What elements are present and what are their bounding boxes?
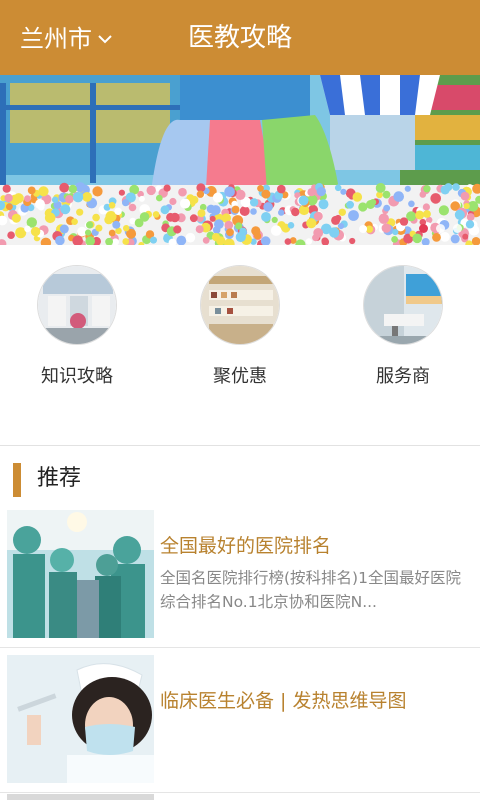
chevron-down-icon — [98, 35, 112, 44]
category-label: 知识攻略 — [41, 366, 113, 387]
carousel-dot[interactable] — [436, 224, 445, 233]
provider-photo-icon — [363, 265, 443, 345]
article-description: 全国名医院排行榜(按科排名)1全国最好医院综合排名No.1北京协和医院N... — [160, 569, 461, 611]
banner-image — [0, 75, 480, 245]
carousel-dot[interactable] — [453, 224, 462, 233]
carousel-dots[interactable] — [419, 224, 462, 233]
section-title: 推荐 — [37, 466, 82, 491]
category-discount[interactable]: 聚优惠 — [175, 265, 305, 389]
article-title: 临床医生必备 | 发热思维导图 — [160, 690, 407, 712]
recommend-header: 推荐 — [0, 446, 480, 504]
article-thumbnail — [7, 510, 154, 638]
knowledge-photo-icon — [37, 265, 117, 345]
article-title: 全国最好的医院排名 — [160, 535, 332, 557]
article-item[interactable]: 全国最好的医院排名 全国名医院排行榜(按科排名)1全国最好医院综合排名No.1北… — [0, 504, 480, 648]
banner-carousel[interactable] — [0, 75, 480, 245]
category-grid: 知识攻略 聚优惠 服务商 — [0, 245, 480, 445]
category-label: 聚优惠 — [213, 366, 267, 387]
section-accent-bar — [13, 463, 21, 497]
carousel-dot[interactable] — [419, 224, 428, 233]
article-thumbnail — [7, 655, 154, 783]
next-article-peek — [7, 794, 154, 800]
category-knowledge[interactable]: 知识攻略 — [12, 265, 142, 389]
discount-photo-icon — [200, 265, 280, 345]
category-provider[interactable]: 服务商 — [338, 265, 468, 389]
article-item[interactable]: 临床医生必备 | 发热思维导图 — [0, 649, 480, 793]
top-bar: 兰州市 医教攻略 — [0, 0, 480, 75]
city-selector[interactable]: 兰州市 — [20, 23, 114, 55]
category-label: 服务商 — [376, 366, 430, 387]
city-label: 兰州市 — [20, 25, 92, 53]
page-title: 医教攻略 — [188, 23, 293, 53]
